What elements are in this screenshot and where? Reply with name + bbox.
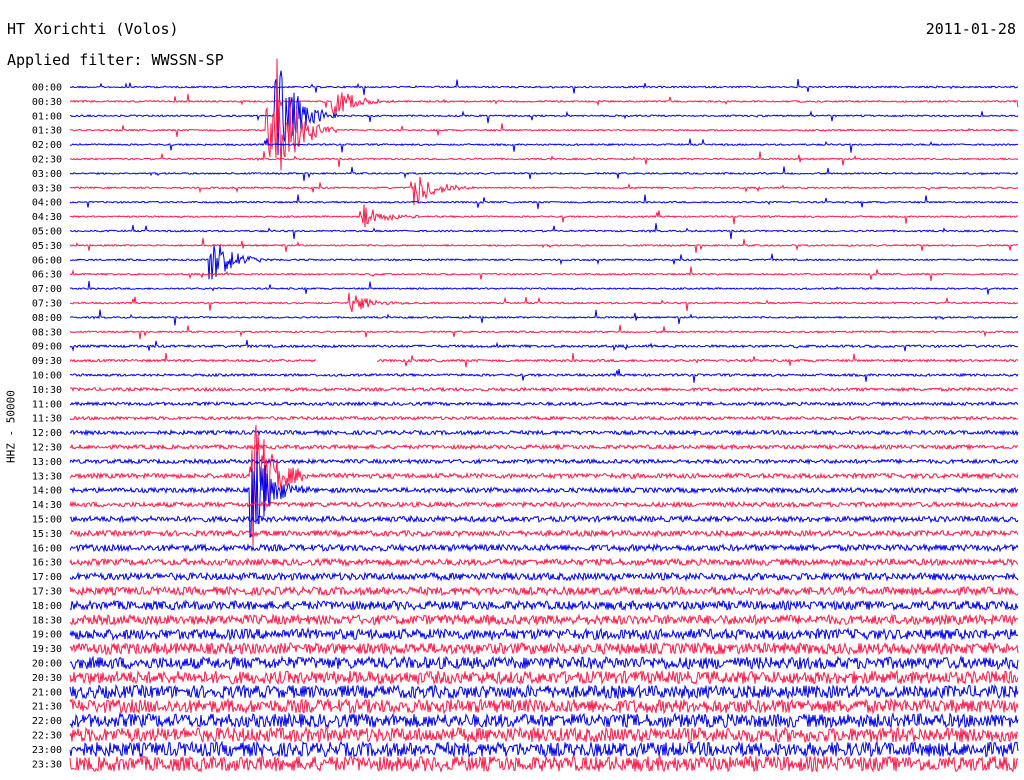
- time-tick-label: 12:30: [32, 443, 62, 454]
- trace-line: [69, 451, 1019, 539]
- trace-line: [69, 339, 1019, 352]
- time-tick-label: 01:00: [32, 111, 62, 122]
- trace-line: [69, 280, 1019, 295]
- trace-line: [69, 292, 1019, 312]
- time-tick-label: 04:00: [32, 198, 62, 209]
- trace-line: [69, 352, 1019, 368]
- time-tick-label: 03:00: [32, 169, 62, 180]
- time-tick-label: 18:30: [32, 615, 62, 626]
- time-tick-label: 07:00: [32, 284, 62, 295]
- trace-line: [70, 223, 1019, 240]
- trace-line: [69, 368, 1019, 383]
- time-tick-label: 05:30: [32, 241, 62, 252]
- time-tick-label: 09:00: [32, 342, 62, 353]
- time-tick-label: 03:30: [32, 183, 62, 194]
- trace-line: [69, 613, 1019, 627]
- time-tick-label: 23:00: [32, 745, 62, 756]
- trace-line: [69, 309, 1019, 326]
- trace-line: [69, 415, 1019, 422]
- trace-line: [70, 138, 1019, 153]
- trace-line: [69, 599, 1019, 612]
- time-tick-label: 08:30: [32, 327, 62, 338]
- time-tick-label: 00:30: [32, 97, 62, 108]
- trace-line: [69, 655, 1019, 671]
- time-tick-label: 21:00: [32, 687, 62, 698]
- time-tick-label: 22:00: [32, 716, 62, 727]
- time-tick-label: 14:00: [32, 486, 62, 497]
- time-tick-label: 14:30: [32, 500, 62, 511]
- time-tick-label: 13:30: [32, 471, 62, 482]
- time-tick-label: 19:30: [32, 644, 62, 655]
- trace-line: [69, 755, 1019, 774]
- trace-line: [69, 711, 1019, 729]
- trace-line: [69, 641, 1019, 656]
- trace-line: [69, 443, 1018, 451]
- time-tick-label: 16:30: [32, 558, 62, 569]
- trace-line: [69, 237, 1019, 253]
- trace-line: [69, 514, 1019, 524]
- time-tick-label: 20:30: [32, 673, 62, 684]
- helicorder-plot: 00:00 00:30 01:00 01:30 02:00 02:30 03:00 03:30…: [32, 58, 1019, 774]
- trace-line: [69, 571, 1019, 582]
- time-tick-label: 10:00: [32, 371, 62, 382]
- time-tick-label: 17:30: [32, 587, 62, 598]
- time-tick-label: 06:30: [32, 270, 62, 281]
- trace-line: [69, 176, 1019, 206]
- time-tick-label: 01:30: [32, 126, 62, 137]
- trace-line: [69, 557, 1019, 568]
- trace-line: [69, 542, 1019, 553]
- trace-line: [69, 500, 1019, 509]
- trace-line: [69, 151, 1019, 168]
- trace-line: [69, 324, 1019, 340]
- time-tick-label: 08:00: [32, 313, 62, 324]
- trace-line: [69, 683, 1019, 701]
- time-tick-label: 07:30: [32, 299, 62, 310]
- time-tick-label: 16:00: [32, 543, 62, 554]
- trace-line: [69, 726, 1019, 744]
- time-tick-label: 06:00: [32, 255, 62, 266]
- trace-line: [69, 92, 1019, 116]
- time-tick-label: 22:30: [32, 731, 62, 742]
- trace-line: [69, 400, 1019, 408]
- time-tick-label: 17:00: [32, 572, 62, 583]
- time-tick-label: 11:00: [32, 399, 62, 410]
- time-tick-label: 12:00: [32, 428, 62, 439]
- time-tick-label: 02:00: [32, 140, 62, 151]
- trace-line: [69, 424, 1019, 547]
- trace-line: [69, 528, 1019, 538]
- time-tick-label: 19:00: [32, 630, 62, 641]
- time-tick-label: 09:30: [32, 356, 62, 367]
- time-tick-label: 10:30: [32, 385, 62, 396]
- time-tick-label: 04:30: [32, 212, 62, 223]
- time-tick-label: 00:00: [32, 83, 62, 94]
- time-tick-label: 02:30: [32, 155, 62, 166]
- trace-line: [69, 585, 1019, 597]
- trace-line: [69, 740, 1019, 759]
- trace-line: [69, 627, 1019, 642]
- trace-line: [69, 697, 1019, 715]
- time-tick-label: 11:30: [32, 414, 62, 425]
- time-tick-label: 18:00: [32, 601, 62, 612]
- time-tick-label: 20:00: [32, 659, 62, 670]
- time-tick-label: 15:00: [32, 515, 62, 526]
- trace-line: [69, 70, 1019, 156]
- time-tick-label: 13:00: [32, 457, 62, 468]
- trace-line: [69, 204, 1019, 228]
- trace-line: [69, 669, 1019, 686]
- time-tick-label: 23:30: [32, 759, 62, 770]
- trace-line: [69, 386, 1019, 393]
- trace-line: [69, 457, 1019, 466]
- trace-line: [69, 166, 1019, 181]
- trace-line: [70, 78, 1019, 96]
- time-tick-label: 05:00: [32, 227, 62, 238]
- trace-line: [69, 194, 1019, 209]
- trace-line: [69, 428, 1019, 437]
- trace-line: [69, 58, 1019, 171]
- time-tick-label: 21:30: [32, 702, 62, 713]
- time-tick-label: 15:30: [32, 529, 62, 540]
